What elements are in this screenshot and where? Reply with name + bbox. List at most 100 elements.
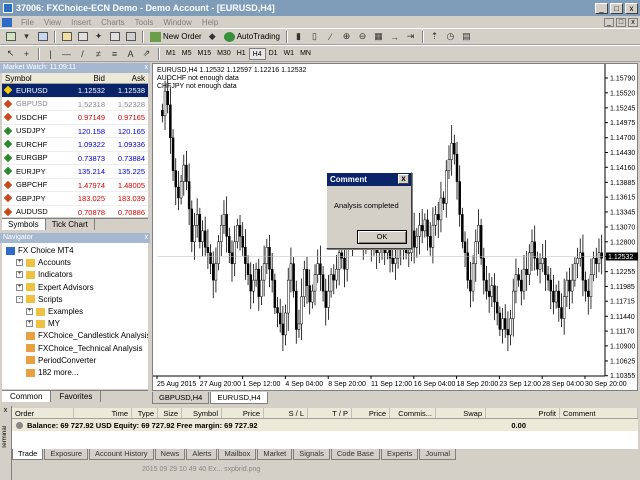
- expand-toggle-icon[interactable]: +: [26, 320, 33, 328]
- close-button[interactable]: x: [625, 2, 638, 14]
- chart-tab-eurusd[interactable]: EURUSD,H4: [210, 392, 268, 404]
- crosshair-icon[interactable]: +: [19, 47, 34, 60]
- market-row-eurjpy[interactable]: EURJPY 135.214 135.225: [2, 165, 148, 179]
- terminal-column-order[interactable]: Order: [12, 408, 74, 418]
- data-window-icon[interactable]: [75, 30, 90, 43]
- nav-item-examples[interactable]: + Examples: [26, 306, 83, 317]
- timeframe-w1[interactable]: W1: [281, 48, 298, 60]
- tile-windows-icon[interactable]: ▦: [371, 30, 386, 43]
- timeframe-m15[interactable]: M15: [194, 48, 214, 60]
- fibonacci-icon[interactable]: ≡: [107, 47, 122, 60]
- terminal-column-price[interactable]: Price: [222, 408, 264, 418]
- expand-toggle-icon[interactable]: +: [16, 283, 23, 291]
- nav-item-fx-choice-mt4[interactable]: FX Choice MT4: [6, 245, 74, 256]
- nav-item-fxchoice-technical-analysis[interactable]: FXChoice_Technical Analysis: [26, 343, 143, 354]
- tab-common[interactable]: Common: [2, 391, 52, 402]
- market-row-gbpjpy[interactable]: GBPJPY 183.025 183.039: [2, 192, 148, 206]
- cursor-icon[interactable]: ↖: [3, 47, 18, 60]
- timeframe-h4[interactable]: H4: [248, 47, 266, 60]
- zoom-in-icon[interactable]: ⊕: [339, 30, 354, 43]
- timeframe-mn[interactable]: MN: [297, 48, 314, 60]
- market-row-usdchf[interactable]: USDCHF 0.97149 0.97165: [2, 111, 148, 125]
- terminal-column-swap[interactable]: Swap: [436, 408, 486, 418]
- navigator-close-icon[interactable]: x: [145, 233, 149, 243]
- nav-item-indicators[interactable]: + Indicators: [16, 269, 73, 280]
- terminal-column-type[interactable]: Type: [132, 408, 158, 418]
- chart-shift-icon[interactable]: ⇥: [403, 30, 418, 43]
- chart-tab-gbpusd[interactable]: GBPUSD,H4: [152, 392, 210, 404]
- timeframe-m1[interactable]: M1: [163, 48, 179, 60]
- text-icon[interactable]: A: [123, 47, 138, 60]
- nav-item-fxchoice-candlestick-analysis[interactable]: FXChoice_Candlestick Analysis: [26, 330, 148, 341]
- menu-charts[interactable]: Charts: [96, 18, 130, 27]
- nav-item-182-more-[interactable]: 182 more...: [26, 367, 78, 378]
- terminal-tab-trade[interactable]: Trade: [12, 449, 44, 460]
- market-row-audusd[interactable]: AUDUSD 0.70878 0.70886: [2, 206, 148, 218]
- zoom-out-icon[interactable]: ⊖: [355, 30, 370, 43]
- maximize-button[interactable]: □: [610, 2, 623, 14]
- terminal-tab-account-history[interactable]: Account History: [89, 449, 154, 460]
- templates-icon[interactable]: ▤: [459, 30, 474, 43]
- column-symbol[interactable]: Symbol: [2, 73, 70, 83]
- timeframe-m30[interactable]: M30: [214, 48, 234, 60]
- terminal-column-price[interactable]: Price: [352, 408, 390, 418]
- market-row-usdjpy[interactable]: USDJPY 120.158 120.165: [2, 125, 148, 138]
- terminal-column-profit[interactable]: Profit: [486, 408, 560, 418]
- market-row-gbpchf[interactable]: GBPCHF 1.47974 1.48005: [2, 179, 148, 192]
- menu-tools[interactable]: Tools: [130, 18, 159, 27]
- auto-scroll-icon[interactable]: →: [387, 30, 402, 43]
- market-row-eurgbp[interactable]: EURGBP 0.73873 0.73884: [2, 152, 148, 165]
- market-row-eurchf[interactable]: EURCHF 1.09322 1.09336: [2, 138, 148, 152]
- terminal-column-symbol[interactable]: Symbol: [182, 408, 222, 418]
- terminal-tab-mailbox[interactable]: Mailbox: [218, 449, 257, 460]
- tab-favorites[interactable]: Favorites: [51, 391, 102, 402]
- mdi-restore-button[interactable]: □: [616, 17, 626, 27]
- navigator-icon[interactable]: ✦: [91, 30, 106, 43]
- profiles-icon[interactable]: [35, 30, 50, 43]
- menu-insert[interactable]: Insert: [66, 18, 96, 27]
- autotrading-button[interactable]: AutoTrading: [221, 30, 283, 44]
- vertical-line-icon[interactable]: |: [43, 47, 58, 60]
- menu-file[interactable]: File: [16, 18, 39, 27]
- nav-item-expert-advisors[interactable]: + Expert Advisors: [16, 282, 94, 293]
- minimize-button[interactable]: _: [595, 2, 608, 14]
- market-row-gbpusd[interactable]: GBPUSD 1.52318 1.52328: [2, 98, 148, 111]
- mdi-minimize-button[interactable]: _: [604, 17, 614, 27]
- channel-icon[interactable]: ≠: [91, 47, 106, 60]
- terminal-column-comment[interactable]: Comment: [560, 408, 638, 418]
- indicators-icon[interactable]: ⇡: [427, 30, 442, 43]
- horizontal-line-icon[interactable]: —: [59, 47, 74, 60]
- market-row-eurusd[interactable]: EURUSD 1.12532 1.12538: [2, 84, 148, 98]
- nav-item-accounts[interactable]: + Accounts: [16, 257, 71, 268]
- terminal-tab-signals[interactable]: Signals: [293, 449, 330, 460]
- market-watch-close-icon[interactable]: x: [145, 63, 149, 73]
- ok-button[interactable]: OK: [357, 230, 407, 244]
- nav-item-scripts[interactable]: - Scripts: [16, 294, 62, 305]
- terminal-column-s-l[interactable]: S / L: [264, 408, 308, 418]
- menu-window[interactable]: Window: [158, 18, 196, 27]
- terminal-tab-code-base[interactable]: Code Base: [330, 449, 380, 460]
- timeframe-h1[interactable]: H1: [234, 48, 249, 60]
- strategy-tester-icon[interactable]: [123, 30, 138, 43]
- menu-help[interactable]: Help: [197, 18, 223, 27]
- tab-tick-chart[interactable]: Tick Chart: [46, 219, 95, 230]
- terminal-icon[interactable]: [107, 30, 122, 43]
- dropdown-arrow-icon[interactable]: ▾: [19, 30, 34, 43]
- market-watch-icon[interactable]: [59, 30, 74, 43]
- terminal-column-commis[interactable]: Commis...: [390, 408, 436, 418]
- terminal-tab-journal[interactable]: Journal: [419, 449, 457, 460]
- terminal-tab-market[interactable]: Market: [257, 449, 293, 460]
- line-chart-icon[interactable]: ⁄: [323, 30, 338, 43]
- mdi-close-button[interactable]: x: [628, 17, 638, 27]
- tab-symbols[interactable]: Symbols: [2, 219, 46, 230]
- new-chart-icon[interactable]: [3, 30, 18, 43]
- terminal-column-time[interactable]: Time: [74, 408, 132, 418]
- terminal-tab-experts[interactable]: Experts: [380, 449, 419, 460]
- bar-chart-icon[interactable]: ▮: [291, 30, 306, 43]
- expand-toggle-icon[interactable]: +: [26, 308, 33, 315]
- terminal-column-size[interactable]: Size: [158, 408, 182, 418]
- terminal-tab-news[interactable]: News: [154, 449, 186, 460]
- candlestick-icon[interactable]: ▯: [307, 30, 322, 43]
- metaeditor-icon[interactable]: ◆: [205, 30, 220, 43]
- nav-item-my[interactable]: + MY: [26, 318, 60, 329]
